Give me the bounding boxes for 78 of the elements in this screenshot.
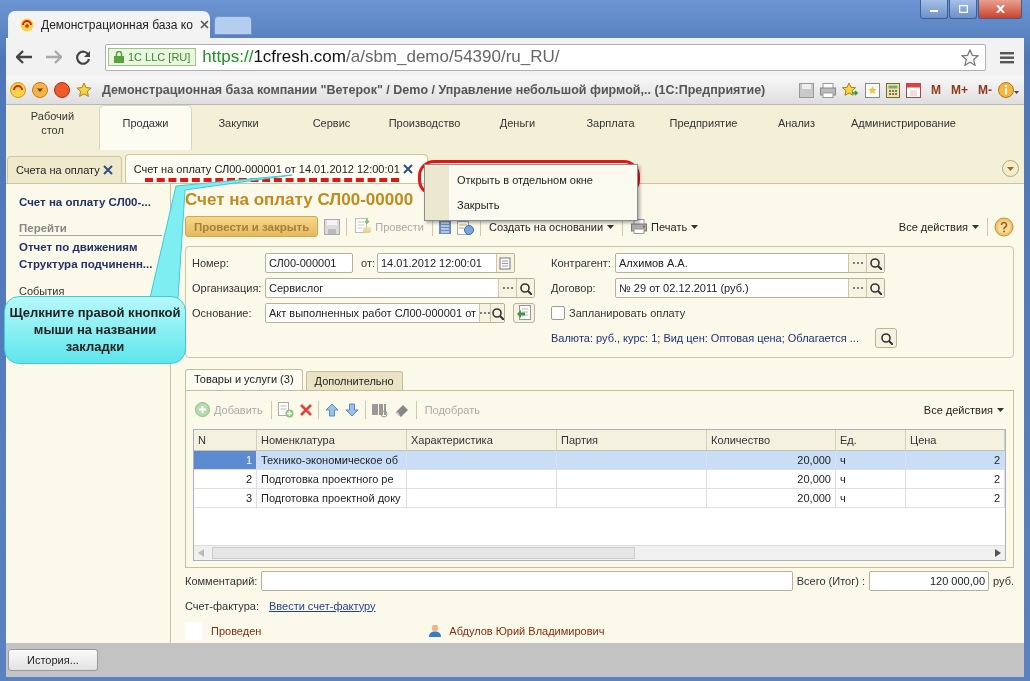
section-tab[interactable]: Закупки bbox=[192, 105, 285, 150]
document-tab[interactable]: Счета на оплату bbox=[7, 156, 122, 183]
table-cell: ч bbox=[836, 488, 906, 507]
table-cell: 2 bbox=[906, 488, 1005, 507]
table-cell: 3 bbox=[194, 488, 257, 507]
sidebar-title[interactable]: Счет на оплату СЛ00-... bbox=[19, 196, 170, 208]
menu-item[interactable]: Открыть в отдельном окне bbox=[425, 168, 637, 193]
create-based-on-button[interactable]: Создать на основании bbox=[487, 216, 617, 238]
field-label: Договор: bbox=[551, 282, 597, 295]
form-title: Счет на оплату СЛ00-00000 bbox=[185, 190, 414, 211]
callout: Щелкните правой кнопкой мыши на названии закладки bbox=[4, 296, 186, 364]
tab-title: Демонстрационная база ко bbox=[41, 17, 193, 32]
field-label: Всего (Итог) : bbox=[796, 574, 865, 587]
all-actions-button[interactable]: Все действия bbox=[896, 216, 981, 238]
status-text: Проведен bbox=[211, 624, 262, 637]
browser-tab[interactable]: Демонстрационная база ко bbox=[8, 11, 210, 38]
currency-link[interactable]: Валюта: руб., курс: 1; Вид цен: Оптовая цена; Облагается ... bbox=[551, 332, 859, 345]
contract-field[interactable]: № 29 от 02.12.2011 (руб.) bbox=[615, 278, 885, 299]
section-tab[interactable]: Продажи bbox=[99, 105, 192, 150]
tab-title: Счета на оплату bbox=[16, 164, 100, 176]
table-cell: 2 bbox=[194, 469, 257, 488]
memory-button[interactable]: M+ bbox=[951, 83, 968, 97]
tab-title: Счет на оплату СЛ00-000001 от 14.01.2012 12:00:01 bbox=[133, 163, 400, 175]
history-button[interactable]: История... bbox=[8, 649, 98, 671]
checkbox-label[interactable]: Запланировать оплату bbox=[569, 307, 686, 320]
section-tab[interactable]: Администрирование bbox=[843, 105, 964, 150]
field-label: руб. bbox=[993, 574, 1014, 587]
section-tab[interactable]: Сервис bbox=[285, 105, 378, 150]
section-tab[interactable]: Анализ bbox=[750, 105, 843, 150]
table-cell: Технико-экономическое об bbox=[257, 450, 407, 469]
field-label: Номер: bbox=[192, 257, 230, 270]
table-cell: ч bbox=[836, 469, 906, 488]
organization-field[interactable]: Сервислог bbox=[265, 278, 535, 299]
app-title: Демонстрационная база компании "Ветерок" / Demo / Управление небольшой фирмой,.. (1С:Предприятие) bbox=[102, 83, 766, 97]
tab[interactable]: Товары и услуги (3) bbox=[185, 368, 303, 390]
date-field[interactable]: 14.01.2012 12:00:01 bbox=[377, 253, 515, 274]
field-label: Счет-фактура: bbox=[185, 599, 259, 612]
column-header[interactable]: Цена bbox=[906, 429, 1005, 450]
basis-field[interactable]: Акт выполненных работ СЛ00-000001 от bbox=[265, 303, 505, 324]
memory-button[interactable]: M bbox=[931, 83, 941, 97]
memory-button[interactable]: M- bbox=[978, 83, 992, 97]
column-header[interactable]: Партия bbox=[557, 429, 707, 450]
column-header[interactable]: Ед. bbox=[836, 429, 906, 450]
column-header[interactable]: Количество bbox=[707, 429, 836, 450]
security-badge[interactable]: 1C LLC [RU] bbox=[108, 48, 197, 66]
counterparty-field[interactable]: Алхимов А.А. bbox=[615, 253, 885, 274]
field-label: от: bbox=[361, 257, 375, 270]
table-cell: 2 bbox=[906, 450, 1005, 469]
section-tab[interactable]: Предприятие bbox=[657, 105, 750, 150]
table-cell: ч bbox=[836, 450, 906, 469]
author-name: Абдулов Юрий Владимирович bbox=[449, 624, 605, 637]
address-field[interactable]: 1C LLC [RU] https://1cfresh.com/a/sbm_demo/54390/ru_RU/ bbox=[105, 43, 986, 71]
table-cell: Подготовка проектного ре bbox=[257, 469, 407, 488]
column-header[interactable]: Номенклатура bbox=[257, 429, 407, 450]
column-header[interactable]: N bbox=[194, 429, 257, 450]
badge-text: 1C LLC [RU] bbox=[128, 51, 191, 63]
menu-item[interactable]: Закрыть bbox=[425, 193, 637, 218]
sidebar-heading: Перейти bbox=[19, 222, 162, 236]
number-field[interactable]: СЛ00-000001 bbox=[265, 253, 353, 274]
section-tab[interactable]: Зарплата bbox=[564, 105, 657, 150]
tab[interactable]: Дополнительно bbox=[305, 370, 403, 390]
field-label: Основание: bbox=[192, 307, 253, 320]
column-header[interactable]: Характеристика bbox=[407, 429, 557, 450]
table-cell: 20,000 bbox=[707, 469, 836, 488]
table-cell: Подготовка проектной доку bbox=[257, 488, 407, 507]
field-label: Комментарий: bbox=[185, 574, 258, 587]
table-cell: 20,000 bbox=[707, 488, 836, 507]
invoice-link[interactable]: Ввести счет-фактуру bbox=[268, 599, 376, 612]
table-cell: 2 bbox=[906, 469, 1005, 488]
field-label: Контрагент: bbox=[551, 257, 612, 270]
url-text: https://1cfresh.com/a/sbm_demo/54390/ru_RU/ bbox=[202, 47, 560, 67]
section-tab[interactable]: Деньги bbox=[471, 105, 564, 150]
section-tab[interactable]: Производство bbox=[378, 105, 471, 150]
section-tab[interactable]: Рабочий стол bbox=[6, 105, 99, 150]
all-actions-button[interactable]: Все действия bbox=[921, 399, 1006, 421]
table-cell: 20,000 bbox=[707, 450, 836, 469]
total-field[interactable]: 120 000,00 bbox=[869, 570, 989, 591]
field-label: Организация: bbox=[192, 282, 263, 295]
